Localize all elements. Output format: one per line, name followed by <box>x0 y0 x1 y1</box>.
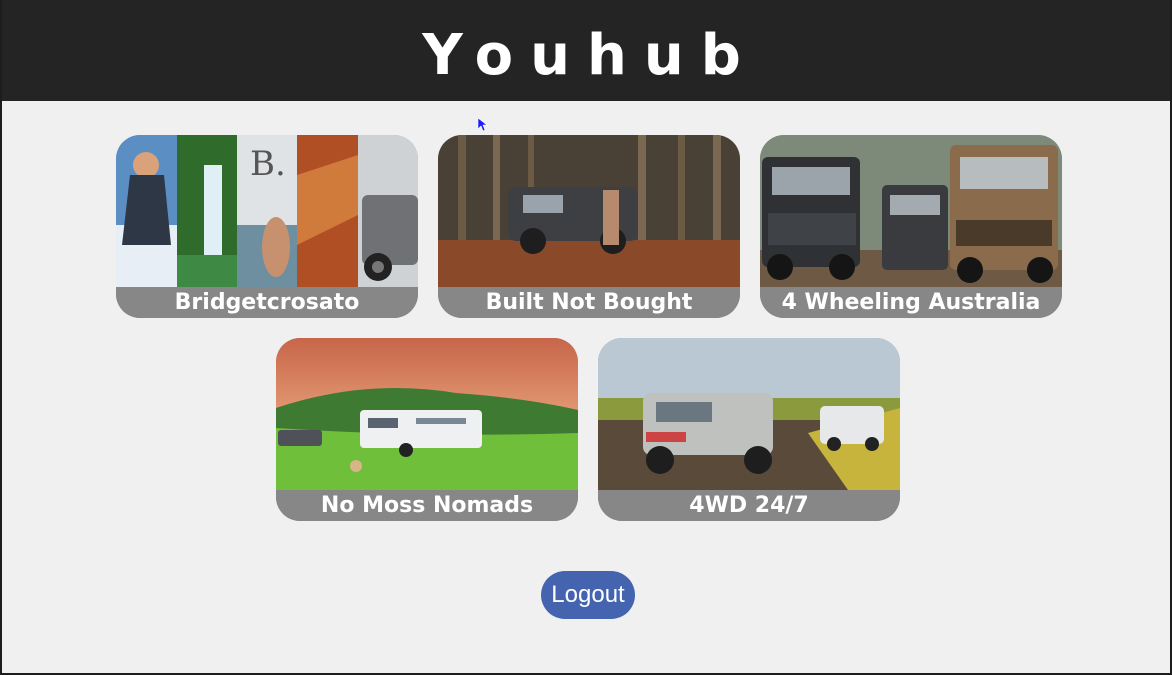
header-bar: Youhub <box>2 0 1170 101</box>
channel-card-bridgetcrosato[interactable]: B. Bridgetcrosato <box>116 135 418 318</box>
svg-text:B.: B. <box>250 144 286 184</box>
channel-name: 4WD 24/7 <box>598 490 900 521</box>
channel-name: 4 Wheeling Australia <box>760 287 1062 318</box>
mouse-cursor-icon <box>477 117 488 137</box>
channel-card-built-not-bought[interactable]: Built Not Bought <box>438 135 740 318</box>
channel-card-4wd-24-7[interactable]: 4WD 24/7 <box>598 338 900 521</box>
channel-name: No Moss Nomads <box>276 490 578 521</box>
channel-thumbnail-image: B. <box>116 135 418 287</box>
channel-name: Bridgetcrosato <box>116 287 418 318</box>
channel-thumbnail-image <box>760 135 1062 287</box>
channel-thumbnail-image <box>438 135 740 287</box>
channel-thumbnail-image <box>276 338 578 490</box>
logout-button[interactable]: Logout <box>541 571 635 619</box>
channel-name: Built Not Bought <box>438 287 740 318</box>
channel-thumbnail-image <box>598 338 900 490</box>
page: Youhub B. Bridgetcrosato Built Not Bough… <box>2 0 1170 673</box>
channel-card-no-moss-nomads[interactable]: No Moss Nomads <box>276 338 578 521</box>
app-title: Youhub <box>422 23 758 88</box>
channel-card-4-wheeling-australia[interactable]: 4 Wheeling Australia <box>760 135 1062 318</box>
